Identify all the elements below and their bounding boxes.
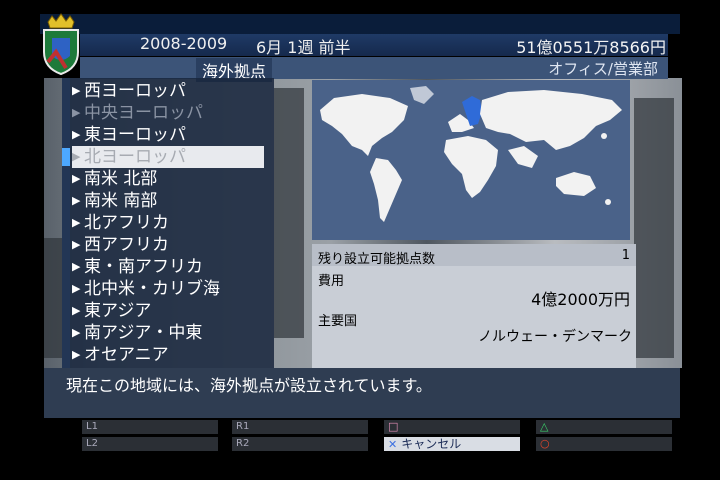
- arrow-icon: ▶: [72, 348, 81, 361]
- arrow-icon: ▶: [72, 172, 81, 185]
- l2-label: L2: [86, 438, 98, 449]
- cancel-button[interactable]: ✕ キャンセル: [384, 437, 520, 451]
- arrow-icon: ▶: [72, 84, 81, 97]
- region-label: オセアニア: [84, 345, 169, 365]
- region-item[interactable]: ▶ 南アジア・中東: [72, 322, 264, 344]
- region-item[interactable]: ▶ 北アフリカ: [72, 212, 264, 234]
- arrow-icon: ▶: [72, 150, 81, 163]
- triangle-button[interactable]: △: [536, 420, 672, 434]
- circle-button[interactable]: ○: [536, 437, 672, 451]
- region-item[interactable]: ▶ 東アジア: [72, 300, 264, 322]
- remaining-label: 残り設立可能拠点数: [318, 252, 436, 267]
- region-label: 西アフリカ: [84, 235, 169, 255]
- arrow-icon: ▶: [72, 260, 81, 273]
- r1-label: R1: [236, 421, 250, 432]
- l1-button[interactable]: L1: [82, 420, 218, 434]
- cost-value: 4億2000万円: [531, 290, 630, 309]
- region-item[interactable]: ▶ オセアニア: [72, 344, 264, 366]
- region-item[interactable]: ▶ 北ヨーロッパ: [72, 146, 264, 168]
- arrow-icon: ▶: [72, 326, 81, 339]
- region-label: 北アフリカ: [84, 213, 169, 233]
- region-item[interactable]: ▶ 西ヨーロッパ: [72, 80, 264, 102]
- triangle-icon: △: [540, 420, 549, 433]
- game-screen: 2008-2009 6月 1週 前半 51億0551万8566円 海外拠点 オフ…: [0, 0, 720, 480]
- region-label: 南米 南部: [84, 191, 158, 211]
- club-crest-icon: [43, 13, 79, 76]
- circle-icon: ○: [540, 437, 550, 450]
- region-label: 中央ヨーロッパ: [84, 103, 203, 123]
- region-label: 東・南アフリカ: [84, 257, 203, 277]
- cancel-label: キャンセル: [401, 437, 462, 451]
- r1-button[interactable]: R1: [232, 420, 368, 434]
- arrow-icon: ▶: [72, 106, 81, 119]
- region-item[interactable]: ▶ 中央ヨーロッパ: [72, 102, 264, 124]
- region-item[interactable]: ▶ 東ヨーロッパ: [72, 124, 264, 146]
- countries-label: 主要国: [318, 314, 358, 329]
- week-text: 6月 1週 前半: [256, 38, 351, 57]
- arrow-icon: ▶: [72, 282, 81, 295]
- money-text: 51億0551万8566円: [516, 38, 666, 57]
- arrow-icon: ▶: [72, 216, 81, 229]
- square-button[interactable]: □: [384, 420, 520, 434]
- region-info-panel: 残り設立可能拠点数 1 費用 4億2000万円 主要国 ノルウェー・デンマーク: [312, 244, 636, 368]
- region-label: 東アジア: [84, 301, 152, 321]
- remaining-value: 1: [621, 248, 630, 263]
- r2-label: R2: [236, 438, 250, 449]
- world-map: [312, 80, 630, 240]
- cost-label: 費用: [318, 274, 345, 289]
- region-label: 北ヨーロッパ: [84, 147, 186, 167]
- square-icon: □: [388, 420, 399, 433]
- region-item[interactable]: ▶ 南米 南部: [72, 190, 264, 212]
- arrow-icon: ▶: [72, 238, 81, 251]
- region-item[interactable]: ▶ 東・南アフリカ: [72, 256, 264, 278]
- countries-value: ノルウェー・デンマーク: [478, 329, 632, 345]
- message-text: 現在この地域には、海外拠点が設立されています。: [66, 376, 432, 395]
- list-scroll-thumb[interactable]: [62, 148, 70, 166]
- l1-label: L1: [86, 421, 98, 432]
- season-text: 2008-2009: [140, 34, 228, 53]
- region-item[interactable]: ▶ 西アフリカ: [72, 234, 264, 256]
- l2-button[interactable]: L2: [82, 437, 218, 451]
- r2-button[interactable]: R2: [232, 437, 368, 451]
- arrow-icon: ▶: [72, 194, 81, 207]
- region-label: 北中米・カリブ海: [84, 279, 220, 299]
- arrow-icon: ▶: [72, 304, 81, 317]
- top-bar: [40, 14, 680, 34]
- region-label: 西ヨーロッパ: [84, 81, 186, 101]
- region-label: 東ヨーロッパ: [84, 125, 186, 145]
- cross-icon: ✕: [388, 438, 398, 451]
- region-label: 南米 北部: [84, 169, 158, 189]
- region-item[interactable]: ▶ 北中米・カリブ海: [72, 278, 264, 300]
- list-scrollbar[interactable]: [62, 78, 70, 368]
- arrow-icon: ▶: [72, 128, 81, 141]
- region-item[interactable]: ▶ 南米 北部: [72, 168, 264, 190]
- department-label: オフィス/営業部: [548, 60, 658, 78]
- region-label: 南アジア・中東: [84, 323, 203, 343]
